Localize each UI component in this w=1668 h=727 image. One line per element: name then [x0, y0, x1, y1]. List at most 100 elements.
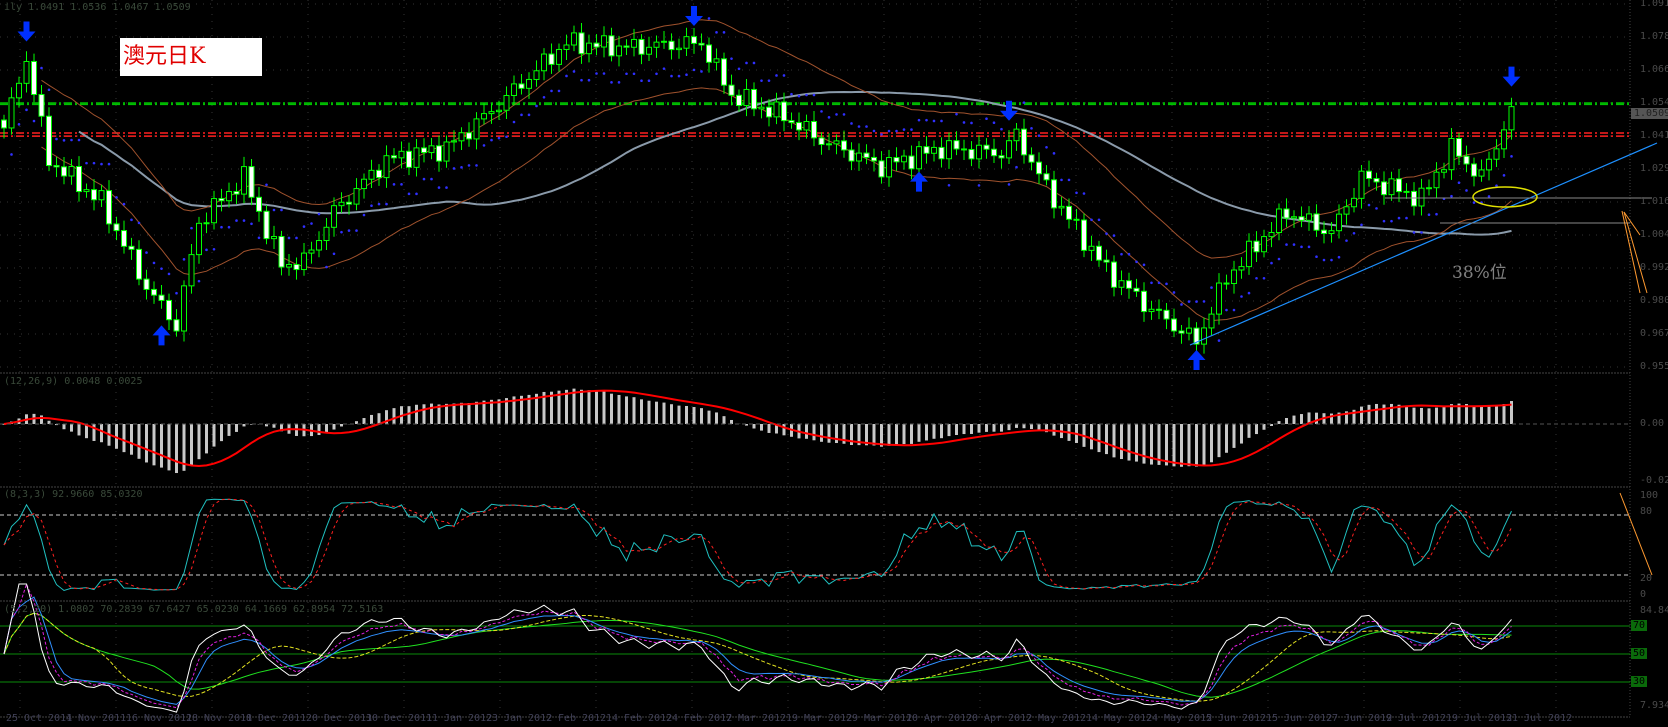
candle-body — [683, 36, 690, 49]
parabolic-sar-dot — [1157, 281, 1161, 285]
macd-histogram-bar — [130, 424, 133, 455]
candle-body — [196, 222, 202, 256]
candle-body — [1403, 190, 1410, 193]
macd-histogram-bar — [325, 424, 328, 433]
macd-histogram-bar — [640, 399, 643, 424]
macd-histogram-bar — [955, 424, 958, 435]
macd-histogram-bar — [77, 424, 81, 436]
parabolic-sar-dot — [1397, 216, 1401, 220]
chart-canvas[interactable] — [0, 0, 1668, 727]
macd-histogram-bar — [160, 424, 163, 468]
candle-body — [428, 145, 435, 154]
macd-histogram-bar — [692, 407, 696, 424]
date-axis-label: 24 Feb 2012 — [666, 713, 733, 724]
candle-body — [901, 155, 907, 163]
parabolic-sar-dot — [1315, 255, 1318, 259]
parabolic-sar-dot — [1112, 234, 1116, 237]
macd-histogram-bar — [1412, 407, 1416, 424]
candle-body — [511, 83, 517, 97]
macd-histogram-bar — [572, 388, 576, 424]
date-axis-label: 16 Nov 2011 — [126, 713, 193, 724]
date-axis-label: 24 May 2012 — [1146, 713, 1213, 724]
candle-body — [1373, 178, 1380, 183]
date-axis-label: 14 Feb 2012 — [606, 713, 673, 724]
macd-histogram-bar — [1360, 406, 1363, 424]
parabolic-sar-dot — [1427, 213, 1431, 216]
macd-histogram-bar — [940, 424, 943, 439]
parabolic-sar-dot — [167, 272, 171, 276]
parabolic-sar-dot — [317, 212, 321, 216]
parabolic-sar-dot — [1052, 152, 1056, 155]
parabolic-sar-dot — [857, 125, 861, 128]
macd-histogram-bar — [445, 403, 448, 424]
candle-body — [391, 155, 397, 159]
parabolic-sar-dot — [85, 161, 88, 165]
price-axis-label: 1.0660 — [1640, 64, 1668, 75]
price-axis-label: 0.9920 — [1640, 262, 1668, 273]
macd-histogram-bar — [730, 419, 733, 424]
candle-body — [691, 36, 697, 44]
candle-body — [788, 120, 795, 124]
candle-body — [473, 118, 480, 140]
macd-histogram-bar — [1090, 424, 1093, 450]
parabolic-sar-dot — [955, 112, 958, 116]
parabolic-sar-dot — [77, 138, 81, 142]
candle-body — [623, 45, 630, 48]
date-axis-label: 11 Jan 2012 — [426, 713, 493, 724]
macd-histogram-bar — [1420, 407, 1423, 424]
parabolic-sar-dot — [1187, 300, 1191, 303]
parabolic-sar-dot — [1120, 252, 1123, 256]
date-axis-label: 20 Apr 2012 — [966, 713, 1033, 724]
parabolic-sar-dot — [1232, 308, 1236, 312]
parabolic-sar-dot — [835, 113, 838, 116]
projection-line — [1621, 210, 1641, 294]
candle-body — [376, 169, 382, 179]
parabolic-sar-dot — [670, 74, 673, 78]
candle-body — [751, 88, 757, 110]
candle-body — [53, 165, 60, 168]
macd-histogram-bar — [1367, 404, 1371, 424]
parabolic-sar-dot — [1210, 286, 1213, 289]
macd-histogram-bar — [962, 424, 966, 435]
parabolic-sar-dot — [250, 222, 253, 226]
parabolic-sar-dot — [865, 125, 868, 128]
macd-histogram-bar — [1405, 405, 1408, 424]
candle-body — [743, 88, 750, 107]
parabolic-sar-dot — [145, 251, 148, 254]
parabolic-sar-dot — [242, 219, 246, 222]
candle-body — [1328, 230, 1335, 235]
parabolic-sar-dot — [1502, 174, 1506, 177]
macd-histogram-bar — [1495, 405, 1498, 424]
parabolic-sar-dot — [490, 138, 493, 142]
macd-histogram-bar — [1285, 418, 1288, 424]
parabolic-sar-dot — [572, 70, 576, 73]
macd-histogram-bar — [332, 424, 336, 430]
parabolic-sar-dot — [1270, 261, 1273, 265]
buy-arrow-icon — [152, 325, 171, 346]
candle-body — [458, 132, 465, 142]
parabolic-sar-dot — [1082, 192, 1086, 195]
parabolic-sar-dot — [827, 116, 831, 119]
price-axis-label: 1.0415 — [1640, 130, 1668, 141]
date-axis-label: 28 Nov 2011 — [186, 713, 253, 724]
macd-histogram-bar — [707, 410, 711, 424]
candle-body — [1486, 158, 1492, 171]
macd-histogram-bar — [190, 424, 193, 466]
macd-histogram-bar — [1105, 424, 1108, 455]
parabolic-sar-dot — [1382, 219, 1386, 223]
candle-body — [1411, 190, 1417, 207]
candle-body — [1508, 106, 1515, 131]
macd-histogram-bar — [1487, 406, 1491, 424]
candle-body — [766, 106, 772, 118]
candle-body — [646, 46, 652, 55]
macd-histogram-bar — [1472, 405, 1476, 424]
macd-histogram-bar — [1127, 424, 1131, 461]
candle-body — [1448, 138, 1455, 171]
macd-histogram-bar — [1210, 424, 1213, 463]
parabolic-sar-dot — [902, 128, 906, 131]
parabolic-sar-dot — [1322, 258, 1326, 262]
parabolic-sar-dot — [1412, 231, 1416, 234]
rsi-level-30: 30 — [1631, 676, 1648, 687]
parabolic-sar-dot — [632, 72, 636, 76]
macd-histogram-bar — [475, 401, 478, 424]
